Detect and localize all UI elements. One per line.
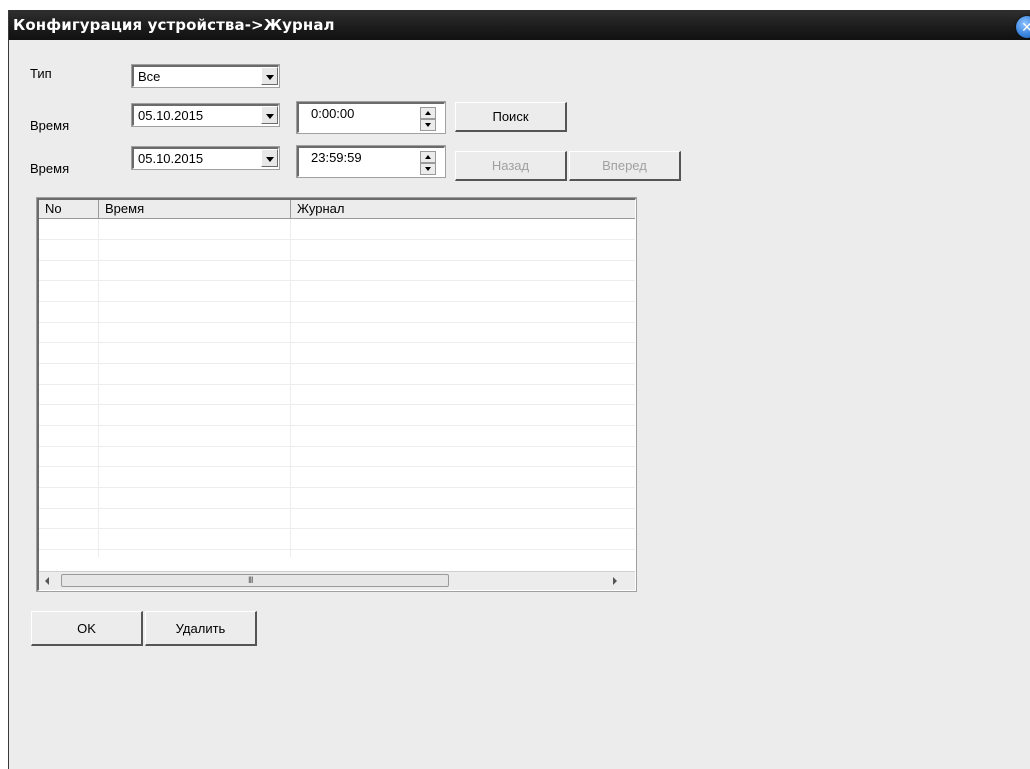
table-row[interactable] [39,487,635,488]
chevron-down-icon[interactable] [261,67,278,85]
log-dialog: Конфигурация устройства->Журнал ✕ Тип Вс… [8,10,1030,769]
table-row[interactable] [39,508,635,509]
delete-button[interactable]: Удалить [145,611,257,646]
scrollbar-grip: III [248,575,253,585]
end-time-spinner[interactable]: 23:59:59 [296,145,446,178]
table-row[interactable] [39,342,635,343]
scrollbar-thumb[interactable]: III [61,574,449,587]
table-row[interactable] [39,384,635,385]
horizontal-scrollbar[interactable]: III [39,571,635,590]
table-row[interactable] [39,239,635,240]
log-table[interactable]: No Время Журнал III [36,197,637,592]
column-divider [290,219,291,557]
table-row[interactable] [39,301,635,302]
arrow-up-icon[interactable] [420,107,436,119]
ok-button[interactable]: OK [31,611,143,646]
column-header-no[interactable]: No [39,200,99,218]
table-row[interactable] [39,425,635,426]
table-row[interactable] [39,260,635,261]
start-time-spinner[interactable]: 0:00:00 [296,101,446,134]
title-bar[interactable]: Конфигурация устройства->Журнал ✕ [9,10,1030,40]
table-row[interactable] [39,446,635,447]
chevron-down-icon[interactable] [261,106,278,124]
type-select[interactable]: Все [131,64,280,88]
chevron-down-icon[interactable] [261,149,278,167]
arrow-down-icon[interactable] [420,163,436,175]
close-glyph: ✕ [1021,18,1030,35]
table-row[interactable] [39,322,635,323]
table-row[interactable] [39,404,635,405]
end-date-select[interactable]: 05.10.2015 [131,146,280,170]
type-label: Тип [30,66,52,81]
end-date-value: 05.10.2015 [138,151,204,166]
close-icon[interactable]: ✕ [1016,16,1030,38]
search-button[interactable]: Поиск [455,102,567,132]
arrow-left-icon[interactable] [45,577,49,585]
table-row[interactable] [39,363,635,364]
table-header: No Время Журнал [39,200,635,219]
end-time-label: Время [30,161,70,176]
forward-button[interactable]: Вперед [569,151,681,181]
arrow-right-icon[interactable] [613,577,617,585]
dialog-title: Конфигурация устройства->Журнал [13,16,335,34]
arrow-up-icon[interactable] [420,151,436,163]
arrow-down-icon[interactable] [420,119,436,131]
table-row[interactable] [39,466,635,467]
type-select-value: Все [138,69,161,84]
start-time-label: Время [30,118,70,133]
table-row[interactable] [39,528,635,529]
column-header-log[interactable]: Журнал [291,200,635,218]
start-date-value: 05.10.2015 [138,108,204,123]
back-button[interactable]: Назад [455,151,567,181]
table-row[interactable] [39,549,635,550]
end-time-value: 23:59:59 [311,150,362,165]
start-time-value: 0:00:00 [311,106,355,121]
column-header-time[interactable]: Время [99,200,291,218]
start-date-select[interactable]: 05.10.2015 [131,103,280,127]
table-body [39,219,635,557]
table-row[interactable] [39,280,635,281]
column-divider [98,219,99,557]
